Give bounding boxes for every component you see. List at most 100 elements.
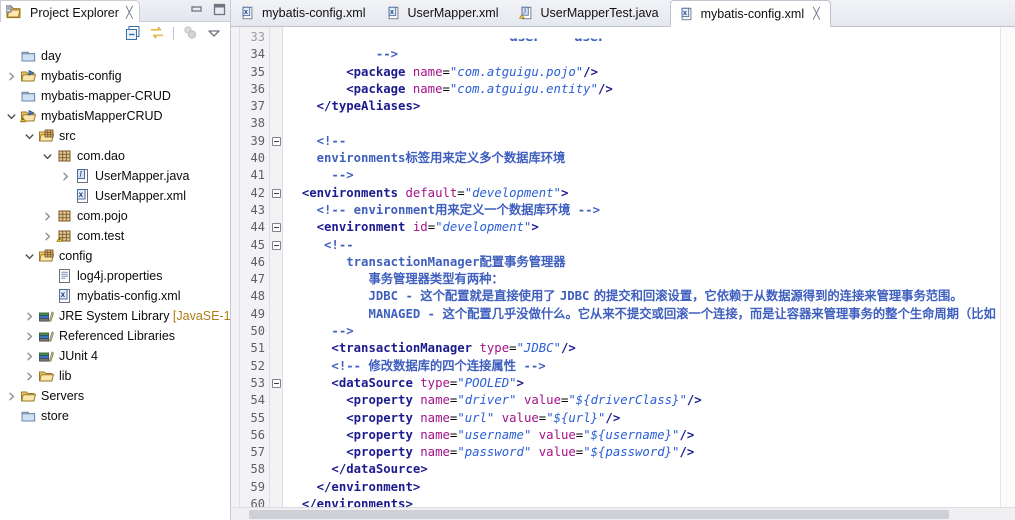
- tree-item-log4j-properties[interactable]: log4j.properties: [0, 266, 230, 286]
- chevron-down-icon[interactable]: [24, 251, 35, 262]
- code-line[interactable]: JDBC - 这个配置就是直接使用了 JDBC 的提交和回滚设置，它依赖于从数据…: [283, 288, 1000, 305]
- view-menu-icon[interactable]: [206, 25, 222, 41]
- tree-item-com-dao[interactable]: com.dao: [0, 146, 230, 166]
- editor-tab-mybatis-config-xml[interactable]: x mybatis-config.xml: [231, 0, 377, 26]
- editor-tab-usermapper-xml[interactable]: x UserMapper.xml: [377, 0, 510, 26]
- chevron-down-icon[interactable]: [24, 131, 35, 142]
- chevron-right-icon[interactable]: [42, 231, 53, 242]
- link-with-editor-icon[interactable]: [149, 25, 165, 41]
- code-line[interactable]: transactionManager配置事务管理器: [283, 254, 1000, 271]
- fold-collapse-icon[interactable]: [270, 375, 282, 392]
- code-line[interactable]: <property name="password" value="${passw…: [283, 444, 1000, 461]
- tree-item-label: mybatis-config: [41, 69, 122, 83]
- fold-collapse-icon[interactable]: [270, 237, 282, 254]
- close-icon[interactable]: ╳: [813, 7, 820, 20]
- editor-tab-bar[interactable]: x mybatis-config.xml x UserMapper.xml J UserM…: [231, 0, 1015, 27]
- source-code[interactable]: user user --> <package name="com.atguigu…: [283, 27, 1000, 507]
- tree-item-usermapper-java[interactable]: I UserMapper.java: [0, 166, 230, 186]
- code-line[interactable]: user user: [283, 39, 1000, 47]
- code-line[interactable]: environments标签用来定义多个数据库环境: [283, 150, 1000, 167]
- tree-item-mybatis-config-xml[interactable]: x mybatis-config.xml: [0, 286, 230, 306]
- tree-item-label: Referenced Libraries: [59, 329, 176, 343]
- chevron-right-icon[interactable]: [24, 371, 35, 382]
- source-folder-icon: [38, 128, 55, 144]
- tree-item-day[interactable]: day: [0, 46, 230, 66]
- tree-item-lib[interactable]: lib: [0, 366, 230, 386]
- project-explorer-tab[interactable]: Project Explorer ╳: [0, 0, 140, 22]
- line-number: 38: [250, 116, 265, 131]
- tree-item-junit-4[interactable]: JUnit 4: [0, 346, 230, 366]
- code-line[interactable]: <environment id="development">: [283, 219, 1000, 236]
- chevron-right-icon[interactable]: [24, 351, 35, 362]
- editor-tab-mybatis-config-xml-active[interactable]: x mybatis-config.xml ╳: [669, 0, 831, 27]
- fold-collapse-icon[interactable]: [270, 133, 282, 150]
- toolbar-separator: [173, 26, 174, 40]
- code-line[interactable]: <!-- environment用来定义一个数据库环境 -->: [283, 202, 1000, 219]
- tree-item-mybatismappercrud[interactable]: mybatisMapperCRUD: [0, 106, 230, 126]
- tree-item-src[interactable]: src: [0, 126, 230, 146]
- code-line[interactable]: -->: [283, 167, 1000, 184]
- code-line[interactable]: </environment>: [283, 479, 1000, 496]
- code-line[interactable]: <package name="com.atguigu.pojo"/>: [283, 64, 1000, 81]
- code-line[interactable]: <!--: [283, 133, 1000, 150]
- tree-item-mybatis-config[interactable]: mybatis-config: [0, 66, 230, 86]
- collapse-all-icon[interactable]: [125, 25, 141, 41]
- focus-on-active-task-icon[interactable]: [182, 25, 198, 41]
- code-line[interactable]: </dataSource>: [283, 461, 1000, 478]
- tree-item-servers[interactable]: Servers: [0, 386, 230, 406]
- horizontal-scroll-thumb[interactable]: [249, 510, 949, 519]
- folding-ruler[interactable]: [270, 27, 283, 507]
- code-line[interactable]: <package name="com.atguigu.entity"/>: [283, 81, 1000, 98]
- chevron-right-icon[interactable]: [24, 311, 35, 322]
- code-line[interactable]: 事务管理器类型有两种：: [283, 271, 1000, 288]
- code-line[interactable]: -->: [283, 46, 1000, 63]
- project-tree[interactable]: day mybatis-config mybatis-mapper-CRUD myba…: [0, 44, 230, 520]
- chevron-right-icon[interactable]: [60, 171, 71, 182]
- chevron-right-icon[interactable]: [6, 391, 17, 402]
- tree-item-store[interactable]: store: [0, 406, 230, 426]
- code-line[interactable]: <environments default="development">: [283, 185, 1000, 202]
- fold-collapse-icon[interactable]: [270, 185, 282, 202]
- close-icon[interactable]: ╳: [126, 6, 133, 19]
- tree-item-usermapper-xml[interactable]: x UserMapper.xml: [0, 186, 230, 206]
- tree-item-label: com.dao: [77, 149, 125, 163]
- code-line[interactable]: [283, 115, 1000, 132]
- code-line[interactable]: <!-- 修改数据库的四个连接属性 -->: [283, 358, 1000, 375]
- line-number: 53: [250, 375, 265, 390]
- tree-item-config[interactable]: config: [0, 246, 230, 266]
- code-line[interactable]: </environments>: [283, 496, 1000, 507]
- horizontal-scrollbar[interactable]: [231, 507, 1015, 520]
- chevron-right-icon[interactable]: [24, 331, 35, 342]
- code-line[interactable]: <dataSource type="POOLED">: [283, 375, 1000, 392]
- tree-item-com-test[interactable]: com.test: [0, 226, 230, 246]
- tree-item-referenced-libraries[interactable]: Referenced Libraries: [0, 326, 230, 346]
- code-line[interactable]: <transactionManager type="JDBC"/>: [283, 340, 1000, 357]
- code-line[interactable]: <!--: [283, 237, 1000, 254]
- code-line[interactable]: <property name="username" value="${usern…: [283, 427, 1000, 444]
- minimize-button[interactable]: [189, 2, 203, 16]
- chevron-down-icon[interactable]: [42, 151, 53, 162]
- chevron-right-icon[interactable]: [42, 211, 53, 222]
- code-line[interactable]: </typeAliases>: [283, 98, 1000, 115]
- tree-item-qualifier: [JavaSE-1: [172, 309, 230, 323]
- tree-item-label: lib: [59, 369, 72, 383]
- vertical-scrollbar[interactable]: [1000, 27, 1015, 507]
- chevron-down-icon[interactable]: [6, 111, 17, 122]
- tree-item-jre-system-library[interactable]: JRE System Library [JavaSE-1: [0, 306, 230, 326]
- fold-collapse-icon[interactable]: [270, 219, 282, 236]
- tree-item-mybatis-mapper-crud[interactable]: mybatis-mapper-CRUD: [0, 86, 230, 106]
- code-line[interactable]: <property name="driver" value="${driverC…: [283, 392, 1000, 409]
- code-line[interactable]: -->: [283, 323, 1000, 340]
- xml-file-icon: x: [386, 5, 401, 21]
- code-line[interactable]: <property name="url" value="${url}"/>: [283, 410, 1000, 427]
- editor-tab-usermappertest-java[interactable]: J UserMapperTest.java: [510, 0, 670, 26]
- tree-item-com-pojo[interactable]: com.pojo: [0, 206, 230, 226]
- chevron-right-icon[interactable]: [6, 71, 17, 82]
- maximize-button[interactable]: [212, 2, 226, 16]
- tree-item-label: store: [41, 409, 69, 423]
- code-line[interactable]: MANAGED - 这个配置几乎没做什么。它从来不提交或回滚一个连接，而是让容器…: [283, 306, 1000, 323]
